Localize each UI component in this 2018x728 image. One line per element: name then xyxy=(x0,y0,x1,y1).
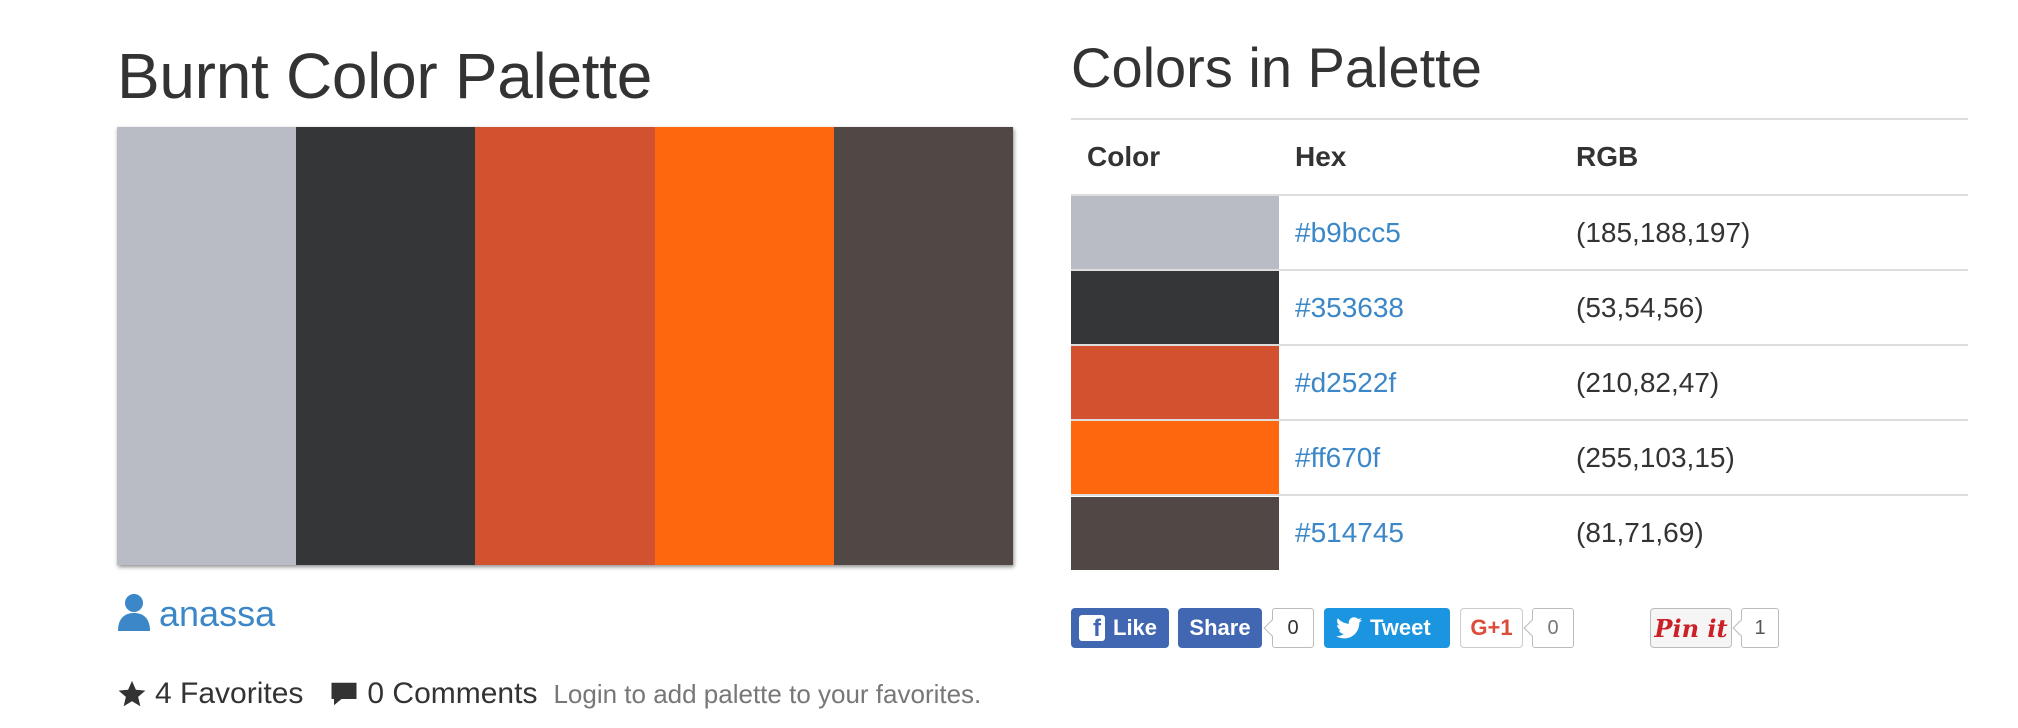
color-swatch xyxy=(1071,496,1279,570)
comments-count: 0 Comments xyxy=(329,677,537,711)
hex-link[interactable]: #ff670f xyxy=(1295,442,1380,473)
colors-table: Color Hex RGB #b9bcc5 (185,188,197) #353… xyxy=(1071,118,1968,570)
palette-swatch xyxy=(833,127,1014,565)
page-title: Burnt Color Palette xyxy=(117,40,653,112)
palette-swatch xyxy=(654,127,834,565)
color-swatch-cell xyxy=(1071,420,1279,496)
palette-preview xyxy=(117,127,1014,565)
rgb-value: (210,82,47) xyxy=(1560,345,1968,421)
rgb-value: (53,54,56) xyxy=(1560,270,1968,346)
tweet-button[interactable]: Tweet xyxy=(1324,608,1450,648)
rgb-value: (255,103,15) xyxy=(1560,420,1968,496)
favorites-count: 4 Favorites xyxy=(117,677,303,711)
star-icon xyxy=(118,680,146,707)
column-header-rgb: RGB xyxy=(1560,119,1968,196)
color-swatch-cell xyxy=(1071,345,1279,421)
pinterest-pin-count: 1 xyxy=(1741,608,1779,648)
comment-icon xyxy=(331,682,357,706)
author-link[interactable]: anassa xyxy=(117,589,275,639)
color-swatch-cell xyxy=(1071,195,1279,271)
google-plus-button[interactable]: G+1 xyxy=(1460,608,1523,648)
facebook-icon: f xyxy=(1079,615,1105,641)
table-row: #d2522f (210,82,47) xyxy=(1071,345,1968,421)
facebook-like-button[interactable]: f Like xyxy=(1071,608,1169,648)
login-hint: Login to add palette to your favorites. xyxy=(553,678,982,709)
column-header-hex: Hex xyxy=(1279,119,1560,196)
user-icon xyxy=(117,593,151,636)
facebook-share-count: 0 xyxy=(1272,608,1314,648)
table-row: #514745 (81,71,69) xyxy=(1071,495,1968,570)
palette-swatch xyxy=(117,127,297,565)
google-plus-count: 0 xyxy=(1532,608,1574,648)
palette-swatch xyxy=(475,127,655,565)
social-share-bar: f Like Share 0 Tweet G+1 0 Pin it 1 xyxy=(1071,608,1971,650)
hex-link[interactable]: #d2522f xyxy=(1295,367,1396,398)
table-row: #353638 (53,54,56) xyxy=(1071,270,1968,346)
rgb-value: (185,188,197) xyxy=(1560,195,1968,271)
pinterest-pin-button[interactable]: Pin it xyxy=(1650,608,1732,648)
palette-swatch xyxy=(296,127,476,565)
table-header-row: Color Hex RGB xyxy=(1071,119,1968,196)
color-swatch xyxy=(1071,421,1279,494)
author-name[interactable]: anassa xyxy=(159,592,275,636)
table-row: #ff670f (255,103,15) xyxy=(1071,420,1968,496)
color-swatch-cell xyxy=(1071,270,1279,346)
color-swatch xyxy=(1071,271,1279,344)
hex-link[interactable]: #514745 xyxy=(1295,517,1404,548)
color-swatch-cell xyxy=(1071,495,1279,570)
table-row: #b9bcc5 (185,188,197) xyxy=(1071,195,1968,271)
facebook-share-button[interactable]: Share xyxy=(1178,608,1262,648)
colors-heading: Colors in Palette xyxy=(1071,36,1482,99)
hex-link[interactable]: #b9bcc5 xyxy=(1295,217,1401,248)
color-swatch xyxy=(1071,346,1279,419)
twitter-bird-icon xyxy=(1336,617,1362,639)
column-header-color: Color xyxy=(1071,119,1279,196)
color-swatch xyxy=(1071,196,1279,269)
hex-link[interactable]: #353638 xyxy=(1295,292,1404,323)
rgb-value: (81,71,69) xyxy=(1576,517,1704,548)
palette-meta: 4 Favorites 0 Comments Login to add pale… xyxy=(117,672,981,716)
